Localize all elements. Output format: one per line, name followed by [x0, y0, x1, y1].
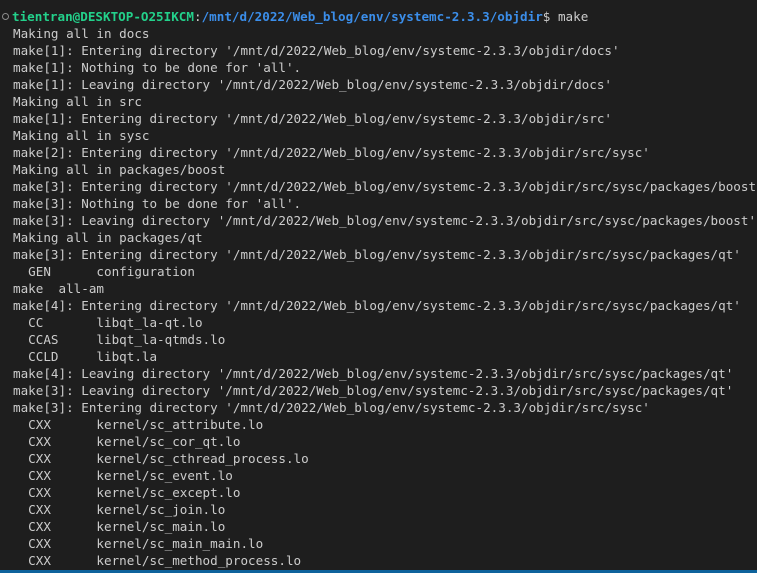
output-line: make[4]: Leaving directory '/mnt/d/2022/… — [13, 366, 734, 381]
output-line: CXX kernel/sc_join.lo — [13, 502, 226, 517]
output-line: make all-am — [13, 281, 104, 296]
output-line: CC libqt_la-qt.lo — [13, 315, 203, 330]
prompt-line: tientran@DESKTOP-O25IKCM:/mnt/d/2022/Web… — [2, 8, 588, 25]
output-line: GEN configuration — [13, 264, 195, 279]
prompt-separator: : — [193, 9, 202, 24]
output-line: CXX kernel/sc_except.lo — [13, 485, 241, 500]
output-line: make[3]: Leaving directory '/mnt/d/2022/… — [13, 383, 734, 398]
output-line: make[2]: Entering directory '/mnt/d/2022… — [13, 145, 650, 160]
output-line: CXX kernel/sc_main.lo — [13, 519, 226, 534]
output-line: make[4]: Entering directory '/mnt/d/2022… — [13, 298, 741, 313]
output-line: make[1]: Leaving directory '/mnt/d/2022/… — [13, 77, 612, 92]
prompt-command: make — [557, 9, 589, 24]
output-line: make[1]: Entering directory '/mnt/d/2022… — [13, 43, 620, 58]
terminal-panel[interactable]: tientran@DESKTOP-O25IKCM:/mnt/d/2022/Web… — [0, 0, 757, 573]
output-line: CXX kernel/sc_event.lo — [13, 468, 233, 483]
output-line: make[3]: Leaving directory '/mnt/d/2022/… — [13, 213, 757, 228]
output-line: Making all in packages/boost — [13, 162, 226, 177]
output-line: CXX kernel/sc_main_main.lo — [13, 536, 264, 551]
output-line: make[3]: Entering directory '/mnt/d/2022… — [13, 179, 757, 194]
output-line: make[1]: Entering directory '/mnt/d/2022… — [13, 111, 612, 126]
output-line: make[1]: Nothing to be done for 'all'. — [13, 60, 302, 75]
output-line: CXX kernel/sc_method_process.lo — [13, 553, 302, 568]
output-line: CCAS libqt_la-qtmds.lo — [13, 332, 226, 347]
output-line: Making all in docs — [13, 26, 150, 41]
output-line: CCLD libqt.la — [13, 349, 158, 364]
prompt-cwd: /mnt/d/2022/Web_blog/env/systemc-2.3.3/o… — [201, 9, 543, 24]
output-line: CXX kernel/sc_cor_qt.lo — [13, 434, 241, 449]
output-line: CXX kernel/sc_cthread_process.lo — [13, 451, 309, 466]
output-line: Making all in packages/qt — [13, 230, 203, 245]
prompt-symbol: $ — [542, 9, 558, 24]
output-line: Making all in sysc — [13, 128, 150, 143]
prompt-user-host: tientran@DESKTOP-O25IKCM — [12, 9, 194, 24]
output-line: make[3]: Nothing to be done for 'all'. — [13, 196, 302, 211]
output-line: CXX kernel/sc_attribute.lo — [13, 417, 264, 432]
output-line: make[3]: Entering directory '/mnt/d/2022… — [13, 400, 650, 415]
output-line: Making all in src — [13, 94, 142, 109]
output-line: make[3]: Entering directory '/mnt/d/2022… — [13, 247, 741, 262]
command-decoration-icon[interactable] — [2, 13, 9, 20]
